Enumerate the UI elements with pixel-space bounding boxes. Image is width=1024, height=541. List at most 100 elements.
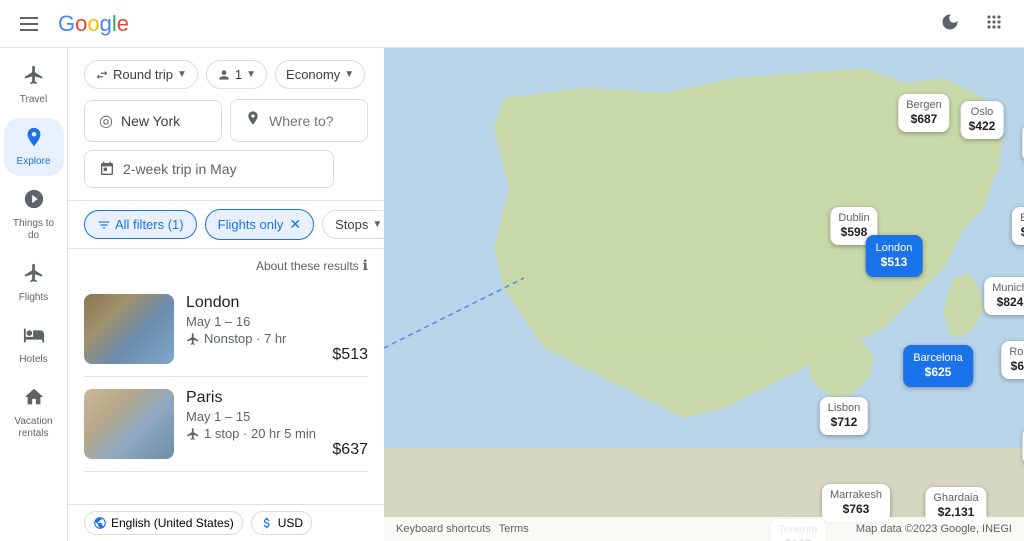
menu-button[interactable] <box>16 13 42 35</box>
flights-only-close[interactable]: ✕ <box>289 216 301 233</box>
london-city: London <box>186 294 320 312</box>
currency-icon <box>260 516 274 530</box>
destination-field[interactable] <box>269 113 353 129</box>
stops-chevron: ▼ <box>372 219 382 230</box>
trip-type-label: Round trip <box>113 67 173 82</box>
paris-info: Paris May 1 – 15 1 stop · 20 hr 5 min <box>186 389 320 459</box>
currency-label: USD <box>278 516 303 530</box>
map-footer: Keyboard shortcuts Terms Map data ©2023 … <box>384 517 1024 541</box>
paris-price: $637 <box>332 441 368 459</box>
destination-input[interactable] <box>230 99 368 142</box>
map-terms[interactable]: Terms <box>499 523 529 535</box>
sidebar-item-hotels[interactable]: Hotels <box>4 316 64 374</box>
hamburger-icon <box>20 17 38 31</box>
dark-mode-button[interactable] <box>936 8 964 39</box>
marker-barcelona[interactable]: Barcelona$625 <box>903 345 973 387</box>
info-icon[interactable]: ℹ <box>363 257 368 274</box>
language-label: English (United States) <box>111 516 234 530</box>
result-card-paris[interactable]: Paris May 1 – 15 1 stop · 20 hr 5 min $6… <box>84 377 368 472</box>
nonstop-icon <box>186 332 200 346</box>
class-chevron: ▼ <box>344 69 354 80</box>
date-placeholder: 2-week trip in May <box>123 161 237 177</box>
paris-stops-label: 1 stop · 20 hr 5 min <box>204 426 316 441</box>
sidebar-item-flights[interactable]: Flights <box>4 254 64 312</box>
vacation-icon <box>23 386 45 414</box>
origin-input[interactable]: ◎ <box>84 100 222 142</box>
sidebar-travel-label: Travel <box>20 94 47 106</box>
sidebar-things-label: Things to do <box>10 218 58 242</box>
sidebar-vacation-label: Vacation rentals <box>10 416 58 440</box>
one-stop-icon <box>186 427 200 441</box>
map-attribution: Map data ©2023 Google, INEGI <box>856 523 1012 535</box>
cabin-class-label: Economy <box>286 67 340 82</box>
search-panel: Round trip ▼ 1 ▼ Economy ▼ ◎ <box>68 48 384 201</box>
marker-lisbon[interactable]: Lisbon$712 <box>820 397 868 435</box>
about-results-label: About these results <box>256 259 359 273</box>
filter-bar: All filters (1) Flights only ✕ Stops ▼ P… <box>68 201 384 249</box>
header-right <box>936 8 1008 39</box>
globe-icon <box>93 516 107 530</box>
marker-berlin[interactable]: Berlin$466 <box>1012 207 1024 245</box>
passengers-button[interactable]: 1 ▼ <box>206 60 267 89</box>
london-dates: May 1 – 16 <box>186 314 320 329</box>
all-filters-chip[interactable]: All filters (1) <box>84 210 197 239</box>
things-icon <box>23 188 45 216</box>
flights-only-chip[interactable]: Flights only ✕ <box>205 209 314 240</box>
passengers-chevron: ▼ <box>246 69 256 80</box>
cabin-class-button[interactable]: Economy ▼ <box>275 60 365 89</box>
stops-chip[interactable]: Stops ▼ <box>322 210 384 239</box>
results-panel: About these results ℹ London May 1 – 16 … <box>68 249 384 504</box>
london-info: London May 1 – 16 Nonstop · 7 hr <box>186 294 320 364</box>
search-controls: Round trip ▼ 1 ▼ Economy ▼ <box>84 60 368 89</box>
language-button[interactable]: English (United States) <box>84 511 243 535</box>
paris-dates: May 1 – 15 <box>186 409 320 424</box>
marker-oslo[interactable]: Oslo$422 <box>961 101 1004 139</box>
sidebar-item-explore[interactable]: Explore <box>4 118 64 176</box>
content-area: Round trip ▼ 1 ▼ Economy ▼ ◎ <box>68 48 384 541</box>
map-footer-left: Keyboard shortcuts Terms <box>396 523 529 535</box>
london-stops: Nonstop · 7 hr <box>186 331 320 346</box>
result-card-london[interactable]: London May 1 – 16 Nonstop · 7 hr $513 <box>84 282 368 377</box>
map-area: Bergen$687Oslo$422Helsinki$754Stockholm$… <box>384 48 1024 541</box>
all-filters-label: All filters (1) <box>115 217 184 232</box>
stops-label: Stops <box>335 217 368 232</box>
bottom-bar: English (United States) USD <box>68 504 384 541</box>
trip-type-button[interactable]: Round trip ▼ <box>84 60 198 89</box>
marker-munich[interactable]: Munich$824 <box>984 277 1024 315</box>
origin-icon: ◎ <box>99 111 113 131</box>
sidebar-explore-label: Explore <box>17 156 51 168</box>
filter-icon <box>97 218 111 232</box>
travel-icon <box>23 64 45 92</box>
google-logo: Google <box>58 11 129 37</box>
app-header: Google <box>0 0 1024 48</box>
marker-rome[interactable]: Rome$680 <box>1001 341 1024 379</box>
results-header: About these results ℹ <box>84 249 368 282</box>
paris-image <box>84 389 174 459</box>
sidebar-hotels-label: Hotels <box>19 354 47 366</box>
marker-london[interactable]: London$513 <box>866 235 923 277</box>
trip-type-chevron: ▼ <box>177 69 187 80</box>
sidebar-item-vacation[interactable]: Vacation rentals <box>4 378 64 448</box>
person-icon <box>217 68 231 82</box>
hotels-icon <box>23 324 45 352</box>
passengers-label: 1 <box>235 67 242 82</box>
sidebar-item-things[interactable]: Things to do <box>4 180 64 250</box>
paris-city: Paris <box>186 389 320 407</box>
origin-field[interactable] <box>121 113 207 129</box>
london-image <box>84 294 174 364</box>
marker-bergen[interactable]: Bergen$687 <box>898 94 949 132</box>
sidebar-item-travel[interactable]: Travel <box>4 56 64 114</box>
destination-icon <box>245 110 261 131</box>
header-left: Google <box>16 11 129 37</box>
flights-only-label: Flights only <box>218 217 284 232</box>
google-apps-button[interactable] <box>980 8 1008 39</box>
currency-button[interactable]: USD <box>251 511 312 535</box>
flights-icon <box>23 262 45 290</box>
sidebar-flights-label: Flights <box>19 292 48 304</box>
date-input[interactable]: 2-week trip in May <box>84 150 334 188</box>
paris-stops: 1 stop · 20 hr 5 min <box>186 426 320 441</box>
keyboard-shortcuts[interactable]: Keyboard shortcuts <box>396 523 491 535</box>
main-container: Travel Explore Things to do Flights Hote… <box>0 48 1024 541</box>
round-trip-icon <box>95 68 109 82</box>
london-price: $513 <box>332 346 368 364</box>
